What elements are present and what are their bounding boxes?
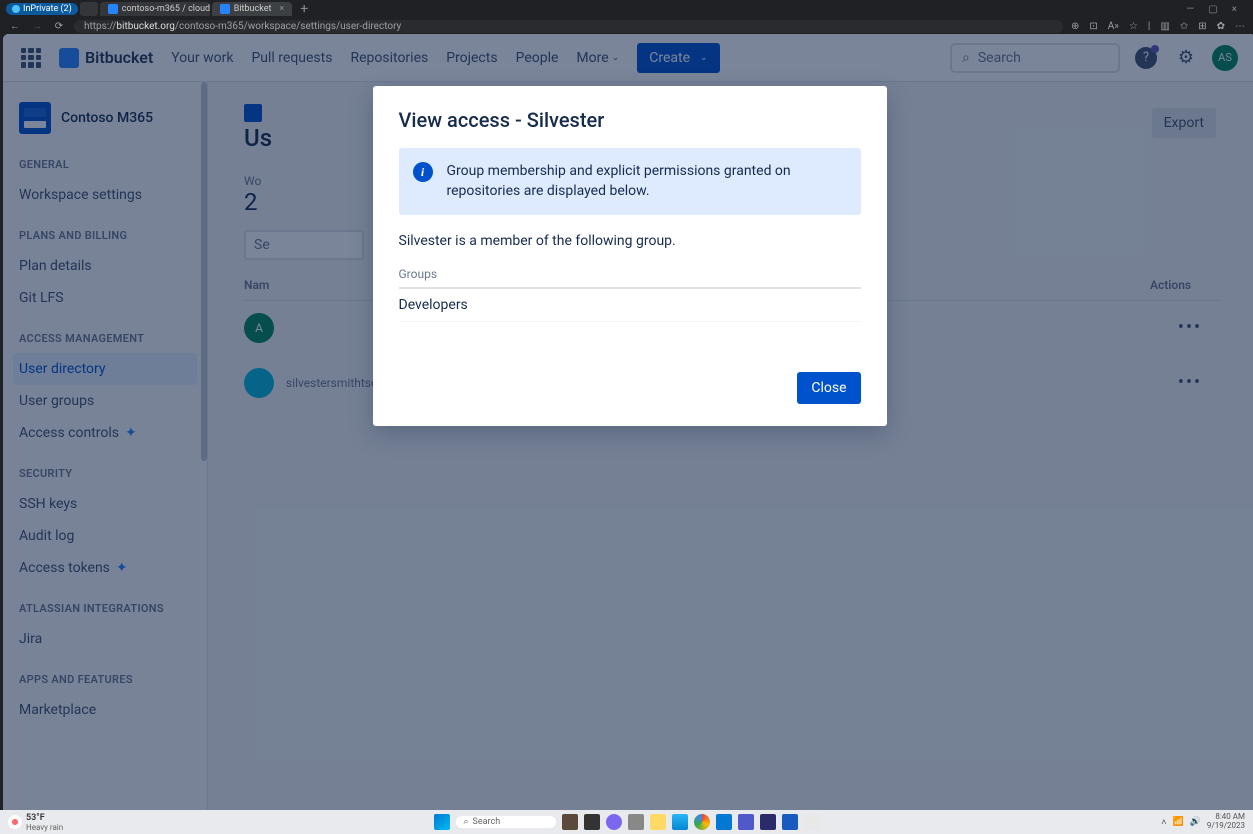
close-icon[interactable]: × xyxy=(279,4,284,14)
read-aloud-icon[interactable]: A» xyxy=(1108,21,1119,32)
tab-title: contoso-m365 / clouddemo — xyxy=(122,4,210,14)
chrome-icon[interactable] xyxy=(694,814,710,830)
taskbar-center: ⌕ Search xyxy=(434,814,820,830)
volume-icon[interactable]: 🔊 xyxy=(1190,817,1201,827)
minimize-icon[interactable]: — xyxy=(1186,4,1194,15)
back-button[interactable]: ← xyxy=(8,21,22,32)
favorite-icon[interactable]: ☆ xyxy=(1129,21,1138,32)
taskbar-search[interactable]: ⌕ Search xyxy=(456,816,556,828)
taskbar-right: ˄ 📶 🔊 8:40 AM 9/19/2023 xyxy=(1161,813,1245,831)
url-input[interactable]: https://bitbucket.org/contoso-m365/works… xyxy=(74,20,1063,33)
settings-icon[interactable] xyxy=(628,814,644,830)
info-icon: i xyxy=(413,162,433,182)
url-path: /contoso-m365/workspace/settings/user-di… xyxy=(175,21,401,32)
word-icon[interactable] xyxy=(782,814,798,830)
new-tab-button[interactable]: + xyxy=(294,1,314,17)
groups-label: Groups xyxy=(399,267,861,289)
modal-title: View access - Silvester xyxy=(399,108,861,132)
browser-tab-0[interactable]: contoso-m365 / clouddemo — × xyxy=(100,2,210,16)
explorer-icon[interactable] xyxy=(650,814,666,830)
close-button[interactable]: Close xyxy=(797,372,860,404)
app-icon[interactable] xyxy=(584,814,600,830)
temperature: 53°F xyxy=(26,813,63,823)
extensions-icon[interactable]: ✿ xyxy=(1217,21,1225,32)
chat-icon[interactable] xyxy=(606,814,622,830)
outlook-icon[interactable] xyxy=(716,814,732,830)
window-controls: — ▢ × xyxy=(1186,4,1247,15)
favorites-bar-icon[interactable]: ✩ xyxy=(1180,21,1188,32)
weather-icon xyxy=(8,815,22,829)
more-icon[interactable]: ⋯ xyxy=(1235,21,1245,32)
forward-button: → xyxy=(30,21,44,32)
address-bar: ← → ⟳ https://bitbucket.org/contoso-m365… xyxy=(0,18,1253,34)
split-icon[interactable]: ▥ xyxy=(1160,21,1169,32)
inprivate-label: InPrivate (2) xyxy=(23,4,72,14)
bitbucket-favicon-icon xyxy=(108,4,118,14)
maximize-icon[interactable]: ▢ xyxy=(1208,4,1217,15)
info-text: Group membership and explicit permission… xyxy=(447,162,847,201)
app-icon[interactable] xyxy=(760,814,776,830)
bitbucket-favicon-icon xyxy=(220,4,230,14)
wifi-icon[interactable]: 📶 xyxy=(1172,817,1183,827)
collections-icon[interactable]: ⊞ xyxy=(1198,21,1206,32)
divider: | xyxy=(1148,21,1150,32)
app-viewport: Bitbucket Your work Pull requests Reposi… xyxy=(3,34,1253,810)
tray-chevron-icon[interactable]: ˄ xyxy=(1161,817,1166,828)
search-icon: ⌕ xyxy=(464,817,469,827)
shopping-icon[interactable]: ⊡ xyxy=(1089,21,1097,32)
start-icon[interactable] xyxy=(434,814,450,830)
teams-icon[interactable] xyxy=(738,814,754,830)
weather-widget[interactable]: 53°F Heavy rain xyxy=(8,813,63,832)
refresh-button[interactable]: ⟳ xyxy=(52,21,66,32)
snip-icon[interactable] xyxy=(804,814,820,830)
browser-chrome: InPrivate (2) contoso-m365 / clouddemo —… xyxy=(0,0,1253,34)
browser-tab-1[interactable]: Bitbucket × xyxy=(212,2,292,16)
clock[interactable]: 8:40 AM 9/19/2023 xyxy=(1207,813,1245,831)
info-panel: i Group membership and explicit permissi… xyxy=(399,148,861,215)
url-protocol: https:// xyxy=(84,21,116,32)
zoom-icon[interactable]: ⊕ xyxy=(1071,21,1079,32)
view-access-modal: View access - Silvester i Group membersh… xyxy=(373,86,887,426)
search-label: Search xyxy=(473,817,501,827)
date: 9/19/2023 xyxy=(1207,822,1245,831)
tab-bar: InPrivate (2) contoso-m365 / clouddemo —… xyxy=(0,0,1253,18)
tab-spacer[interactable] xyxy=(80,2,98,16)
windows-taskbar: 53°F Heavy rain ⌕ Search ˄ 📶 🔊 8:40 AM 9… xyxy=(0,810,1253,834)
member-text: Silvester is a member of the following g… xyxy=(399,233,861,249)
edge-icon[interactable] xyxy=(672,814,688,830)
weather-desc: Heavy rain xyxy=(26,823,63,832)
group-row: Developers xyxy=(399,289,861,322)
inprivate-badge[interactable]: InPrivate (2) xyxy=(6,3,78,15)
address-bar-icons: ⊕ ⊡ A» ☆ | ▥ ✩ ⊞ ✿ ⋯ xyxy=(1071,21,1245,32)
person-icon xyxy=(12,5,20,13)
task-view-icon[interactable] xyxy=(562,814,578,830)
close-window-icon[interactable]: × xyxy=(1232,4,1237,15)
url-domain: bitbucket.org xyxy=(116,21,174,32)
tab-title: Bitbucket xyxy=(234,4,272,14)
